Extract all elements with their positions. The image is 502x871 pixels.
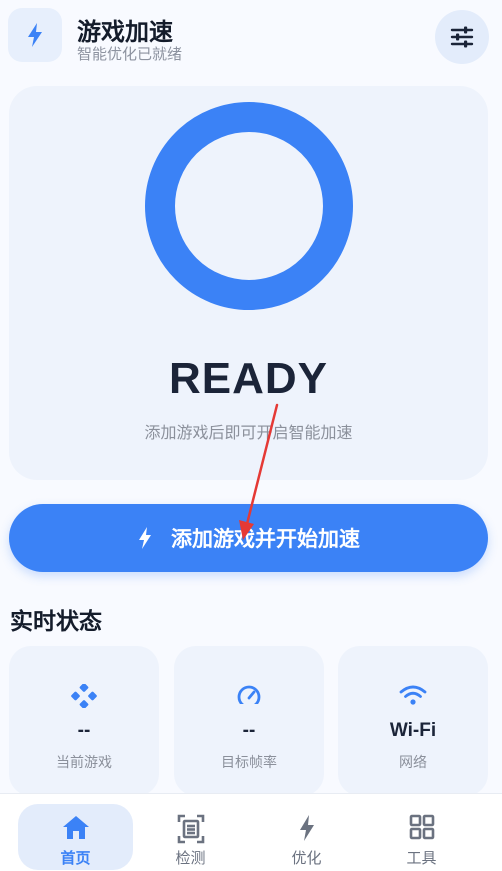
gamepad-icon [9,684,159,708]
realtime-status-title: 实时状态 [10,608,102,634]
nav-item-tools[interactable]: 工具 [364,804,479,870]
page-subtitle: 智能优化已就绪 [77,46,183,63]
current-game-label: 当前游戏 [56,754,112,770]
lightning-icon [137,526,153,550]
nav-item-home[interactable]: 首页 [18,804,133,870]
target-fps-value: -- [242,720,256,741]
target-fps-card: -- 目标帧率 [174,646,324,796]
current-game-card: -- 当前游戏 [9,646,159,796]
sliders-icon [450,26,474,48]
network-card: Wi-Fi 网络 [338,646,488,796]
app-logo [8,8,62,62]
grid-icon [364,814,479,840]
status-ring [145,102,353,310]
add-game-accelerate-label: 添加游戏并开始加速 [171,528,360,551]
lightning-icon [28,23,42,47]
status-card: READY 添加游戏后即可开启智能加速 [9,86,488,480]
target-fps-label: 目标帧率 [221,754,277,770]
speedometer-icon [174,684,324,708]
current-game-value: -- [77,720,91,741]
wifi-icon [338,684,488,706]
settings-button[interactable] [435,10,489,64]
nav-label-detect: 检测 [175,850,206,867]
page-title: 游戏加速 [77,19,173,46]
network-value: Wi-Fi [389,720,437,741]
home-icon [18,814,133,840]
nav-label-optimize: 优化 [291,850,322,867]
status-text: READY [168,354,329,403]
bottom-nav: 首页 检测 优化 工具 [0,793,502,871]
nav-label-tools: 工具 [406,850,437,867]
nav-item-detect[interactable]: 检测 [133,804,248,870]
network-label: 网络 [399,754,427,770]
nav-label-home: 首页 [60,850,91,867]
lightning-icon [249,814,364,842]
scan-icon [133,814,248,844]
add-game-accelerate-button[interactable]: 添加游戏并开始加速 [9,504,488,572]
app-header: 游戏加速 智能优化已就绪 [0,0,502,80]
nav-item-optimize[interactable]: 优化 [249,804,364,870]
status-hint: 添加游戏后即可开启智能加速 [144,425,353,442]
